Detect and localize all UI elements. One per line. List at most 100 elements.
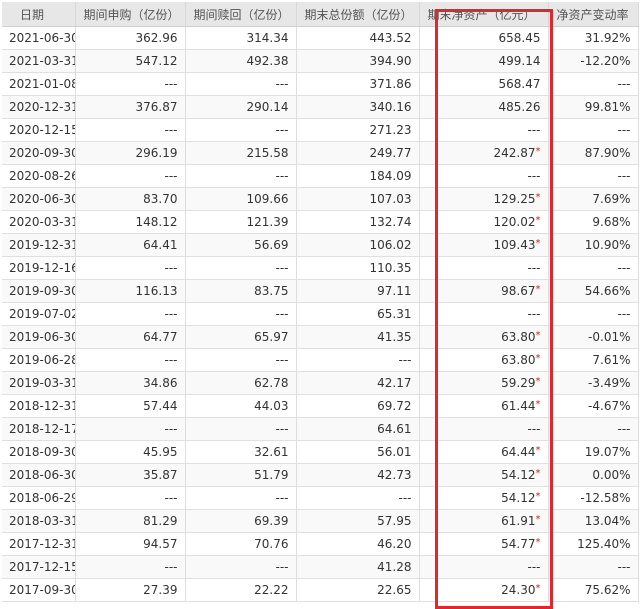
cell-nav-change: 13.04% (548, 509, 639, 533)
cell-total-shares: 64.61 (296, 417, 420, 441)
cell-net-assets-value: 63.80 (501, 330, 536, 344)
cell-redeem-value: 65.97 (254, 330, 289, 344)
cell-total-shares: 271.23 (296, 118, 420, 142)
cell-subscribe: 94.57 (75, 532, 186, 556)
cell-subscribe-value: --- (164, 123, 178, 137)
cell-subscribe: 148.12 (75, 210, 186, 234)
cell-nav-change: -4.67% (548, 394, 639, 418)
cell-subscribe-value: --- (164, 491, 178, 505)
table-row: 2019-06-28 --- --- --- 63.80* 7.61% (2, 348, 639, 372)
cell-date-value: 2019-12-16 (9, 261, 75, 275)
cell-date-value: 2017-09-30 (9, 583, 75, 597)
table-row: 2019-06-30 64.77 65.97 41.35 63.80* -0.01% (2, 325, 639, 349)
cell-net-assets-value: 64.44 (501, 445, 536, 459)
cell-total-shares-value: 249.77 (369, 146, 412, 160)
cell-subscribe: --- (75, 486, 186, 510)
cell-subscribe-value: 547.12 (135, 54, 178, 68)
asterisk-mark: * (535, 491, 541, 502)
header-nav-change: 净资产变动率 (548, 2, 639, 27)
cell-nav-change-value: --- (617, 560, 631, 574)
cell-net-assets-value: --- (527, 123, 541, 137)
cell-redeem: 290.14 (185, 95, 297, 119)
cell-redeem: --- (185, 164, 297, 188)
cell-total-shares-value: 69.72 (377, 399, 412, 413)
table-row: 2020-12-15 --- --- 271.23 --- --- (2, 118, 639, 142)
cell-net-assets: 120.02* (419, 210, 549, 234)
table-body: 2021-06-30 362.96 314.34 443.52 658.45 31.92%… (2, 26, 639, 602)
table-row: 2021-06-30 362.96 314.34 443.52 658.45 31.92% (2, 26, 639, 50)
cell-date: 2019-03-31 (2, 371, 76, 395)
header-row: 日期 期间申购（亿份） 期间赎回（亿份） 期末总份额（亿份） 期末净资产（亿元）… (2, 2, 639, 27)
cell-nav-change: -12.58% (548, 486, 639, 510)
cell-total-shares-value: 110.35 (369, 261, 412, 275)
cell-nav-change-value: 99.81% (584, 100, 631, 114)
cell-date: 2019-07-02 (2, 302, 76, 326)
cell-subscribe: --- (75, 417, 186, 441)
cell-net-assets-value: 63.80 (501, 353, 536, 367)
cell-nav-change-value: 87.90% (584, 146, 631, 160)
cell-subscribe-value: --- (164, 353, 178, 367)
table-row: 2018-06-30 35.87 51.79 42.73 54.12* 0.00% (2, 463, 639, 487)
table-row: 2019-07-02 --- --- 65.31 --- --- (2, 302, 639, 326)
cell-redeem: 492.38 (185, 49, 297, 73)
cell-subscribe-value: --- (164, 307, 178, 321)
asterisk-mark: * (535, 468, 541, 479)
asterisk-mark: * (535, 376, 541, 387)
cell-net-assets: 54.12* (419, 486, 549, 510)
cell-nav-change: 19.07% (548, 440, 639, 464)
cell-nav-change: 10.90% (548, 233, 639, 257)
cell-total-shares: 107.03 (296, 187, 420, 211)
cell-net-assets: 63.80* (419, 325, 549, 349)
cell-date-value: 2019-12-31 (9, 238, 75, 252)
cell-net-assets: --- (419, 417, 549, 441)
cell-nav-change: 87.90% (548, 141, 639, 165)
cell-redeem-value: 51.79 (254, 468, 289, 482)
asterisk-mark: * (535, 353, 541, 364)
cell-total-shares-value: 64.61 (377, 422, 412, 436)
table-row: 2017-12-15 --- --- 41.28 --- --- (2, 555, 639, 579)
cell-subscribe: 376.87 (75, 95, 186, 119)
cell-nav-change-value: -12.20% (580, 54, 631, 68)
cell-net-assets: 64.44* (419, 440, 549, 464)
cell-subscribe: --- (75, 555, 186, 579)
cell-net-assets-value: 129.25 (493, 192, 536, 206)
cell-redeem: --- (185, 555, 297, 579)
cell-nav-change: -12.20% (548, 49, 639, 73)
cell-redeem-value: --- (275, 169, 289, 183)
cell-redeem-value: 109.66 (246, 192, 289, 206)
cell-redeem: 215.58 (185, 141, 297, 165)
cell-redeem: 121.39 (185, 210, 297, 234)
cell-net-assets: 63.80* (419, 348, 549, 372)
cell-total-shares: 46.20 (296, 532, 420, 556)
cell-subscribe-value: --- (164, 169, 178, 183)
cell-net-assets-value: --- (527, 169, 541, 183)
cell-redeem-value: 56.69 (254, 238, 289, 252)
table-row: 2017-09-30 27.39 22.22 22.65 24.30* 75.62% (2, 578, 639, 602)
cell-redeem-value: 69.39 (254, 514, 289, 528)
asterisk-mark: * (535, 238, 541, 249)
cell-net-assets-value: 24.30 (501, 583, 536, 597)
cell-redeem: --- (185, 486, 297, 510)
cell-date-value: 2018-03-31 (9, 514, 75, 528)
cell-date-value: 2019-06-28 (9, 353, 75, 367)
cell-net-assets-value: 242.87 (493, 146, 536, 160)
cell-date-value: 2020-12-31 (9, 100, 75, 114)
cell-net-assets-value: 54.77 (501, 537, 536, 551)
cell-nav-change: 7.61% (548, 348, 639, 372)
cell-nav-change-value: 7.61% (592, 353, 631, 367)
asterisk-mark: * (535, 284, 541, 295)
cell-redeem-value: --- (275, 123, 289, 137)
cell-net-assets: 242.87* (419, 141, 549, 165)
cell-total-shares-value: 56.01 (377, 445, 412, 459)
cell-net-assets-value: 54.12 (501, 491, 536, 505)
asterisk-mark: * (535, 445, 541, 456)
cell-total-shares-value: 394.90 (369, 54, 412, 68)
cell-redeem-value: 44.03 (254, 399, 289, 413)
cell-nav-change-value: 10.90% (584, 238, 631, 252)
cell-subscribe: --- (75, 72, 186, 96)
cell-nav-change: 99.81% (548, 95, 639, 119)
cell-nav-change-value: --- (617, 422, 631, 436)
cell-date-value: 2020-09-30 (9, 146, 75, 160)
cell-nav-change-value: 9.68% (592, 215, 631, 229)
cell-total-shares-value: --- (398, 491, 412, 505)
